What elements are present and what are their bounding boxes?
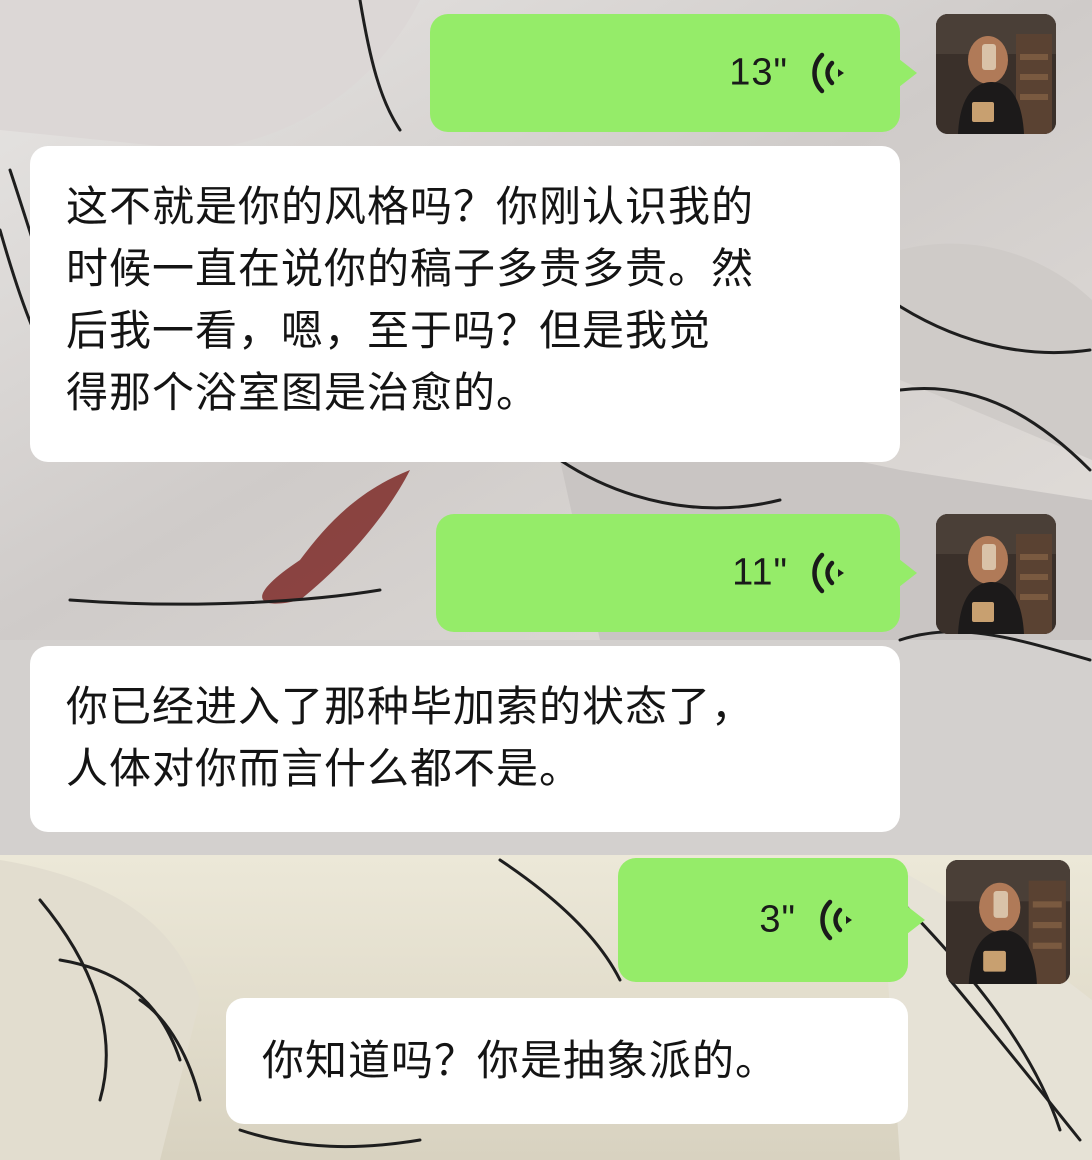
message-line: 你知道吗？你是抽象派的。 [262, 1036, 779, 1085]
message-line: 这不就是你的风格吗？你刚认识我的 [66, 182, 755, 231]
message-line: 时候一直在说你的稿子多贵多贵。然 [66, 244, 755, 293]
voice-message-bubble[interactable]: 13" [430, 14, 917, 132]
voice-duration: 3" [759, 898, 796, 941]
voice-duration: 13" [729, 51, 788, 94]
voice-message-bubble[interactable]: 11" [436, 514, 917, 632]
voice-wave-icon [820, 899, 852, 941]
voice-message-bubble[interactable]: 3" [618, 858, 925, 982]
voice-wave-icon [812, 552, 844, 594]
avatar[interactable] [946, 860, 1070, 984]
avatar[interactable] [936, 514, 1056, 634]
voice-duration: 11" [732, 551, 788, 594]
text-message-bubble[interactable]: 你已经进入了那种毕加索的状态了， 人体对你而言什么都不是。 [30, 646, 900, 832]
text-message-bubble[interactable]: 这不就是你的风格吗？你刚认识我的 时候一直在说你的稿子多贵多贵。然 后我一看，嗯… [30, 146, 900, 462]
text-message-bubble[interactable]: 你知道吗？你是抽象派的。 [226, 998, 908, 1124]
message-line: 后我一看，嗯，至于吗？但是我觉 [66, 306, 712, 355]
message-line: 你已经进入了那种毕加索的状态了， [66, 682, 755, 731]
message-line: 人体对你而言什么都不是。 [66, 744, 583, 793]
message-line: 得那个浴室图是治愈的。 [66, 368, 540, 417]
voice-wave-icon [812, 52, 844, 94]
avatar[interactable] [936, 14, 1056, 134]
